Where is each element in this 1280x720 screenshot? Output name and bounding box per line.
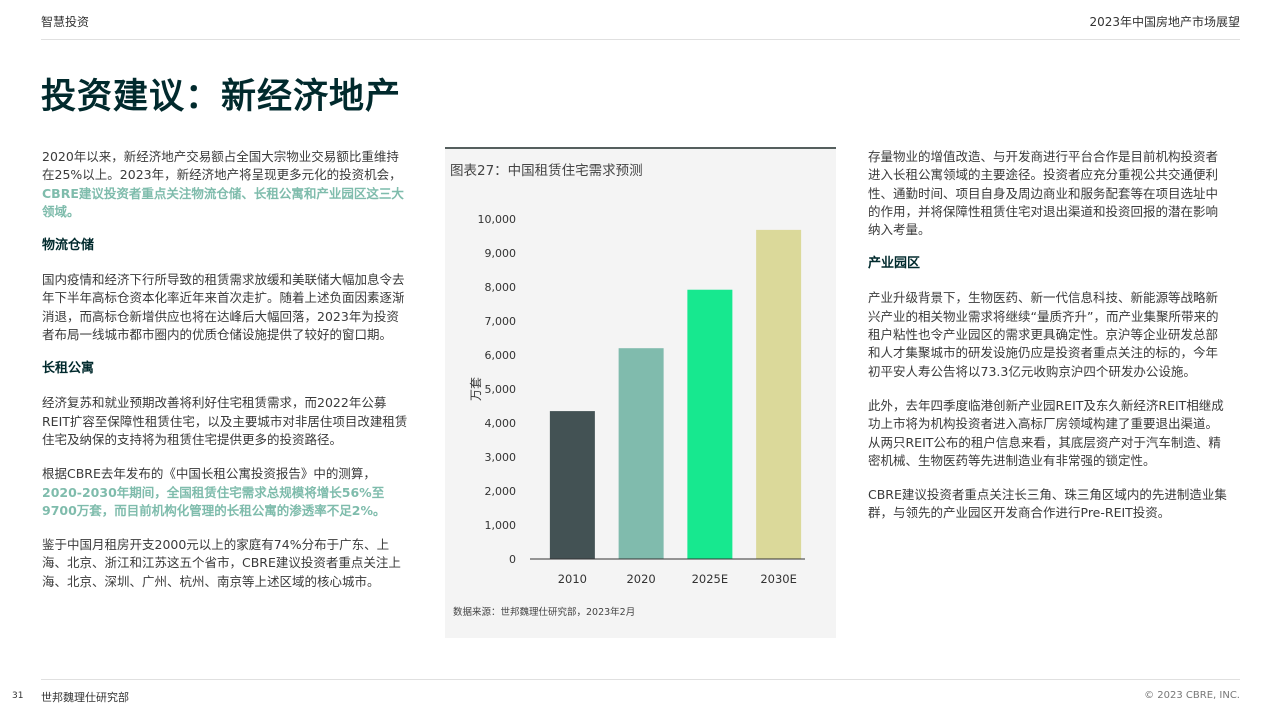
y-tick-label: 1,000: [485, 519, 517, 532]
intro-paragraph: 2020年以来，新经济地产交易额占全国大宗物业交易额比重维持在25%以上。202…: [42, 148, 410, 221]
copyright: © 2023 CBRE, INC.: [1144, 690, 1240, 701]
x-tick-label: 2020: [626, 572, 655, 586]
footer-org: 世邦魏理仕研究部: [41, 691, 129, 704]
right-column: 存量物业的增值改造、与开发商进行平台合作是目前机构投资者进入长租公寓领域的主要途…: [868, 148, 1230, 539]
header-divider: [41, 39, 1240, 40]
y-tick-label: 10,000: [478, 213, 517, 226]
apartment-highlight: 2020-2030年期间，全国租赁住宅需求总规模将增长56%至9700万套，而目…: [42, 484, 386, 518]
y-tick-label: 3,000: [485, 451, 517, 464]
y-tick-label: 7,000: [485, 315, 517, 328]
x-tick-label: 2025E: [692, 572, 729, 586]
bar-2025E: [687, 289, 733, 559]
x-tick-label: 2010: [558, 572, 587, 586]
page-number: 31: [12, 691, 24, 701]
bar-chart: 0 1,000 2,000 3,000 4,000 5,000 6,000 7,000 8,00…: [469, 213, 805, 586]
apartment-paragraph-2: 根据CBRE去年发布的《中国长租公寓投资报告》中的测算， 2020-2030年期间…: [42, 465, 410, 520]
y-tick-label: 4,000: [485, 417, 517, 430]
x-tick-label: 2030E: [760, 572, 797, 586]
intro-text: 2020年以来，新经济地产交易额占全国大宗物业交易额比重维持在25%以上。202…: [42, 149, 402, 183]
y-tick-label: 8,000: [485, 281, 517, 294]
bar-2030E: [756, 229, 802, 559]
apartment-text: 根据CBRE去年发布的《中国长租公寓投资报告》中的测算，: [42, 466, 376, 482]
y-tick-label: 6,000: [485, 349, 517, 362]
report-title: 2023年中国房地产市场展望: [1089, 15, 1240, 29]
section-label: 智慧投资: [41, 15, 90, 29]
page-title: 投资建议：新经济地产: [41, 76, 402, 117]
park-paragraph-3: CBRE建议投资者重点关注长三角、珠三角区域内的先进制造业集群，与领先的产业园区…: [868, 487, 1227, 521]
intro-highlight: CBRE建议投资者重点关注物流仓储、长租公寓和产业园区这三大领域。: [42, 185, 404, 219]
apartment-paragraph-3: 鉴于中国月租房开支2000元以上的家庭有74%分布于广东、上海、北京、浙江和江苏…: [42, 537, 401, 589]
logistics-heading: 物流仓储: [42, 238, 95, 254]
park-paragraph-1: 产业升级背景下，生物医药、新一代信息科技、新能源等战略新兴产业的相关物业需求将继…: [868, 290, 1219, 379]
park-paragraph-2: 此外，去年四季度临港创新产业园REIT及东久新经济REIT相继成功上市将为机构投…: [868, 397, 1224, 468]
chart-panel: 图表27：中国租赁住宅需求预测 0 1,000 2,000 3,000 4,000 5,0…: [445, 147, 836, 638]
apartment-paragraph-1: 经济复苏和就业预期改善将利好住宅租赁需求，而2022年公募REIT扩容至保障性租…: [42, 395, 408, 447]
logistics-paragraph: 国内疫情和经济下行所导致的租赁需求放缓和美联储大幅加息令去年下半年高标仓资本化率…: [42, 272, 405, 343]
y-tick-label: 2,000: [485, 485, 517, 498]
footer-divider: [41, 679, 1240, 680]
y-tick-label: 9,000: [485, 247, 517, 260]
park-heading: 产业园区: [868, 256, 921, 272]
chart-source: 数据来源：世邦魏理仕研究部，2023年2月: [453, 607, 636, 618]
bar-2010: [549, 411, 595, 559]
y-tick-label: 5,000: [485, 383, 517, 396]
y-axis-label: 万套: [469, 377, 483, 401]
apartment-heading: 长租公寓: [42, 361, 95, 377]
apartment-continued-paragraph: 存量物业的增值改造、与开发商进行平台合作是目前机构投资者进入长租公寓领域的主要途…: [868, 149, 1219, 238]
left-column: 2020年以来，新经济地产交易额占全国大宗物业交易额比重维持在25%以上。202…: [42, 148, 410, 607]
y-tick-label: 0: [509, 553, 516, 566]
bar-2020: [618, 348, 664, 559]
